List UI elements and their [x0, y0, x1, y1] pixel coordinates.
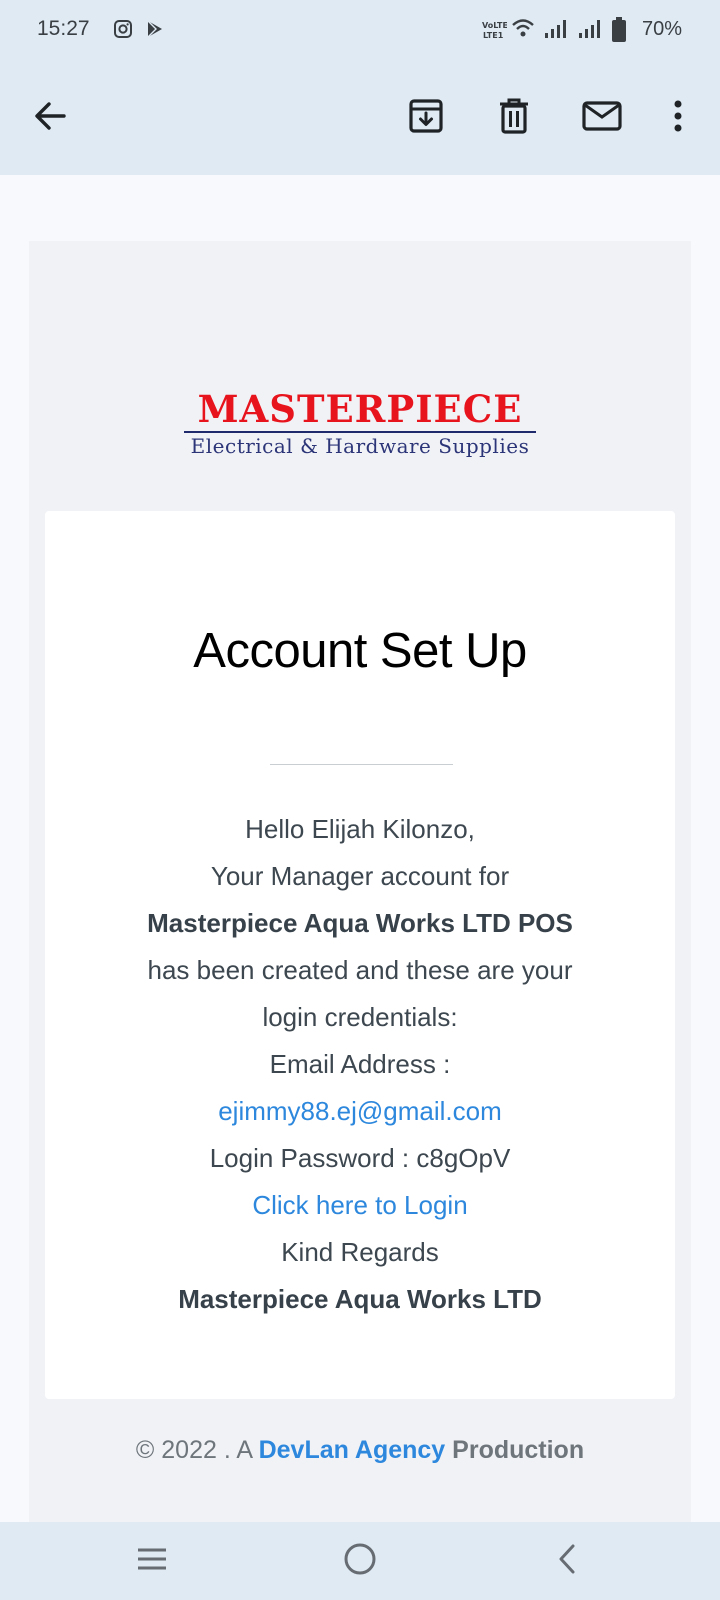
system-nav-bar: [0, 1522, 720, 1600]
email-card: Account Set Up Hello Elijah Kilonzo, You…: [45, 511, 675, 1399]
business-name: Masterpiece Aqua Works LTD POS: [147, 908, 573, 938]
home-icon: [343, 1542, 377, 1581]
back-button[interactable]: [22, 90, 78, 146]
email-toolbar: [0, 62, 720, 175]
email-address-link[interactable]: ejimmy88.ej@gmail.com: [218, 1096, 502, 1126]
body-line-3: login credentials:: [262, 1002, 458, 1032]
email-label: Email Address :: [269, 1049, 451, 1079]
body-line-1: Your Manager account for: [210, 861, 510, 891]
battery-percent: 70%: [642, 18, 683, 40]
nav-back-button[interactable]: [542, 1538, 592, 1584]
status-bar: 15:27 VoLTE LTE1 70%: [0, 0, 720, 62]
email-title: Account Set Up: [193, 624, 527, 678]
instagram-icon: [113, 19, 133, 44]
regards-text: Kind Regards: [281, 1237, 439, 1267]
company-logo: MASTERPIECE Electrical & Hardware Suppli…: [29, 387, 691, 459]
status-time: 15:27: [37, 17, 90, 40]
login-link[interactable]: Click here to Login: [252, 1190, 467, 1220]
delete-button[interactable]: [486, 90, 542, 146]
footer-prefix: © 2022 . A: [135, 1436, 259, 1464]
logo-subtitle: Electrical & Hardware Supplies: [190, 434, 530, 458]
play-store-icon: [145, 19, 165, 44]
recent-apps-button[interactable]: [127, 1538, 177, 1584]
more-options-button[interactable]: [652, 90, 704, 146]
back-arrow-icon: [33, 101, 67, 136]
more-icon: [673, 100, 683, 137]
archive-button[interactable]: [398, 90, 454, 146]
wifi-icon: [511, 17, 535, 44]
app-header: 15:27 VoLTE LTE1 70%: [0, 0, 720, 175]
signal-icon: [543, 18, 569, 45]
archive-icon: [408, 98, 444, 139]
svg-text:LTE1: LTE1: [483, 31, 504, 40]
delete-icon: [498, 98, 530, 139]
battery-icon: [611, 17, 627, 48]
email-body: Hello Elijah Kilonzo, Your Manager accou…: [45, 806, 675, 1323]
password-text: Login Password : c8gOpV: [209, 1143, 511, 1173]
mark-unread-icon: [582, 100, 622, 136]
devlan-agency-link[interactable]: DevLan Agency: [259, 1436, 446, 1464]
footer-suffix: Production: [445, 1436, 585, 1464]
body-line-2: has been created and these are your: [147, 955, 573, 985]
volte-icon: VoLTE LTE1: [481, 20, 508, 45]
recent-apps-icon: [136, 1546, 168, 1577]
mark-unread-button[interactable]: [574, 90, 630, 146]
logo-title: MASTERPIECE: [197, 387, 523, 431]
title-divider: [270, 764, 453, 765]
svg-text:VoLTE: VoLTE: [482, 21, 507, 30]
email-content: MASTERPIECE Electrical & Hardware Suppli…: [29, 241, 691, 1522]
email-footer: © 2022 . A DevLan Agency Production: [29, 1436, 691, 1465]
home-button[interactable]: [335, 1538, 385, 1584]
greeting-text: Hello Elijah Kilonzo,: [245, 814, 475, 844]
signal-icon: [577, 18, 603, 45]
chevron-left-icon: [555, 1543, 579, 1580]
signature-text: Masterpiece Aqua Works LTD: [178, 1284, 542, 1314]
